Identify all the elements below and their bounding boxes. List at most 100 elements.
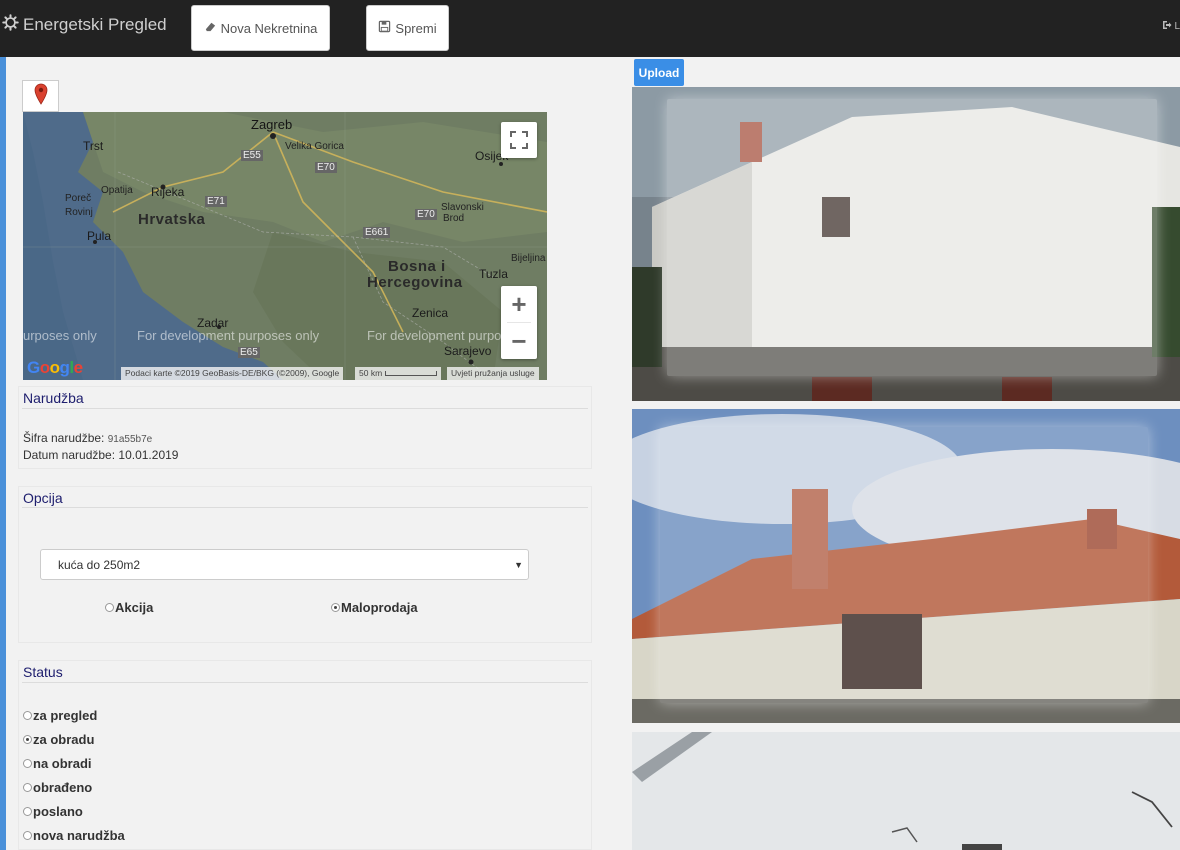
map-marker-icon xyxy=(34,83,48,110)
status-za-pregled[interactable]: za pregled xyxy=(23,708,97,723)
map-label-e65: E65 xyxy=(238,347,260,358)
status-za-obradu-label: za obradu xyxy=(33,732,95,747)
logout-link[interactable]: L xyxy=(1162,20,1180,33)
radio-maloprodaja-label: Maloprodaja xyxy=(341,600,418,615)
status-za-obradu-input[interactable] xyxy=(23,735,32,744)
map-scale-label: 50 km xyxy=(359,368,383,378)
status-za-obradu[interactable]: za obradu xyxy=(23,732,94,747)
radio-akcija-input[interactable] xyxy=(105,603,114,612)
brand-title: Energetski Pregled xyxy=(23,15,167,34)
property-photo-3[interactable] xyxy=(632,732,1180,850)
option-select[interactable]: kuća do 250m2 ▼ xyxy=(40,549,529,580)
map-label-e70-east: E70 xyxy=(415,209,437,220)
status-poslano-input[interactable] xyxy=(23,807,32,816)
option-select-value: kuća do 250m2 xyxy=(58,557,141,572)
photo-1-blur-overlay xyxy=(667,99,1157,376)
status-obradeno-input[interactable] xyxy=(23,783,32,792)
order-date-label: Datum narudžbe: xyxy=(23,448,116,462)
status-na-obradi-label: na obradi xyxy=(33,756,92,771)
house-photo-3-image xyxy=(632,732,1180,850)
map-label-rijeka: Rijeka xyxy=(151,185,185,199)
status-nova-narudzba[interactable]: nova narudžba xyxy=(23,828,125,843)
order-section-title: Narudžba xyxy=(23,390,84,406)
map-attribution: Podaci karte ©2019 GeoBasis-DE/BKG (©200… xyxy=(121,367,344,380)
property-photo-2[interactable] xyxy=(632,409,1180,723)
map-label-hercegovina: Hercegovina xyxy=(367,274,463,291)
order-code-label: Šifra narudžbe: xyxy=(23,431,105,445)
dev-notice-left: urposes only xyxy=(23,328,97,343)
map-label-slavonski-brod-2: Brod xyxy=(443,213,465,224)
status-poslano[interactable]: poslano xyxy=(23,804,83,819)
map-terms-link[interactable]: Uvjeti pružanja usluge xyxy=(447,367,539,380)
order-code-line: Šifra narudžbe: 91a55b7e xyxy=(23,431,152,445)
map-label-zenica: Zenica xyxy=(412,306,449,320)
radio-maloprodaja-input[interactable] xyxy=(331,603,340,612)
map-label-bijeljina: Bijeljina xyxy=(511,253,546,264)
caret-down-icon: ▼ xyxy=(514,560,523,570)
status-nova-narudzba-input[interactable] xyxy=(23,831,32,840)
fullscreen-icon xyxy=(510,125,528,156)
status-poslano-label: poslano xyxy=(33,804,83,819)
brand[interactable]: Energetski Pregled xyxy=(2,14,167,36)
status-na-obradi-input[interactable] xyxy=(23,759,32,768)
map-label-trst: Trst xyxy=(83,139,104,153)
zoom-in-button[interactable]: + xyxy=(501,286,537,322)
status-section-divider xyxy=(22,682,588,683)
radio-maloprodaja[interactable]: Maloprodaja xyxy=(331,600,418,615)
status-obradeno-label: obrađeno xyxy=(33,780,93,795)
photo-2-blur-overlay xyxy=(660,427,1148,703)
order-date-line: Datum narudžbe: 10.01.2019 xyxy=(23,448,178,462)
map-label-sarajevo: Sarajevo xyxy=(444,344,492,358)
save-label: Spremi xyxy=(395,20,437,36)
place-marker-button[interactable] xyxy=(22,80,59,112)
property-photo-1[interactable] xyxy=(632,87,1180,401)
map-label-zagreb: Zagreb xyxy=(251,117,293,132)
fullscreen-button[interactable] xyxy=(501,122,537,158)
status-nova-narudzba-label: nova narudžba xyxy=(33,828,125,843)
new-property-label: Nova Nekretnina xyxy=(220,20,318,36)
upload-button[interactable]: Upload xyxy=(634,59,684,86)
status-panel xyxy=(18,660,592,850)
status-obradeno[interactable]: obrađeno xyxy=(23,780,92,795)
zoom-out-button[interactable]: − xyxy=(501,323,537,359)
map-label-opatija: Opatija xyxy=(101,185,133,196)
floppy-disk-icon xyxy=(378,20,391,36)
option-section-divider xyxy=(22,507,588,508)
map-label-pula: Pula xyxy=(87,229,112,243)
gear-icon xyxy=(2,14,19,36)
sign-out-icon xyxy=(1162,20,1172,33)
top-navbar: Energetski Pregled Nova Nekretnina Sprem… xyxy=(0,0,1180,57)
dev-notice-right: For development purpo xyxy=(367,328,502,343)
status-na-obradi[interactable]: na obradi xyxy=(23,756,92,771)
map-label-tuzla: Tuzla xyxy=(479,267,508,281)
zoom-controls: + − xyxy=(501,286,537,359)
option-section-title: Opcija xyxy=(23,490,63,506)
order-date-value: 10.01.2019 xyxy=(118,448,179,462)
map-label-rovinj: Rovinj xyxy=(65,207,93,218)
map-label-e71: E71 xyxy=(205,196,227,207)
google-logo[interactable]: Google xyxy=(27,358,83,378)
save-button[interactable]: Spremi xyxy=(366,5,449,51)
order-section-divider xyxy=(22,408,588,409)
logout-label: L xyxy=(1174,21,1180,32)
map-label-slavonski-brod-1: Slavonski xyxy=(441,202,484,213)
map-label-e55: E55 xyxy=(241,150,263,161)
status-za-pregled-input[interactable] xyxy=(23,711,32,720)
map-label-porec: Poreč xyxy=(65,193,92,204)
radio-akcija[interactable]: Akcija xyxy=(105,600,153,615)
radio-akcija-label: Akcija xyxy=(115,600,154,615)
status-section-title: Status xyxy=(23,664,63,680)
map-label-bosna: Bosna i xyxy=(388,258,446,275)
dev-notice-center: For development purposes only xyxy=(137,328,320,343)
eraser-icon xyxy=(204,20,217,36)
order-code-value: 91a55b7e xyxy=(107,434,153,445)
scale-bar xyxy=(385,371,438,377)
new-property-button[interactable]: Nova Nekretnina xyxy=(191,5,330,51)
status-za-pregled-label: za pregled xyxy=(33,708,98,723)
map-label-hrvatska: Hrvatska xyxy=(138,211,206,228)
map-label-velika-gorica: Velika Gorica xyxy=(285,141,344,152)
location-map[interactable]: Zagreb Velika Gorica Trst Rijeka Opatija… xyxy=(23,112,547,380)
map-label-e661: E661 xyxy=(363,227,391,238)
map-scale: 50 km xyxy=(355,367,442,380)
map-label-e70: E70 xyxy=(315,162,337,173)
